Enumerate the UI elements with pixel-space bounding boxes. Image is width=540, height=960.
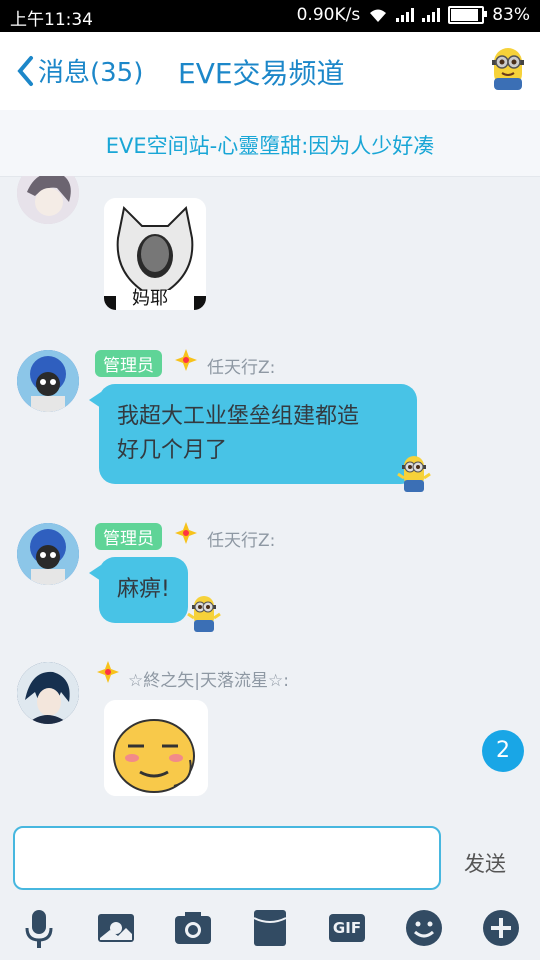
gif-label: GIF	[329, 914, 365, 942]
avatar[interactable]	[17, 350, 79, 412]
battery-icon	[448, 6, 488, 24]
image-icon[interactable]	[96, 908, 136, 948]
red-packet-icon[interactable]	[250, 908, 290, 948]
signal-icon-2	[422, 8, 441, 22]
vip-minion-icon	[397, 456, 431, 492]
message-text: 麻痹!	[117, 577, 170, 602]
notice-text: EVE空间站-心靈墮甜:因为人少好凑	[105, 134, 435, 158]
group-avatar[interactable]	[490, 46, 526, 92]
composer-toolbar: GIF	[0, 904, 540, 960]
status-right: 0.90K/s 83%	[297, 5, 530, 25]
plus-icon[interactable]	[481, 908, 521, 948]
sticker-caption: 妈耶	[132, 288, 168, 309]
admin-badge: 管理员	[95, 350, 162, 377]
gif-icon[interactable]: GIF	[327, 908, 367, 948]
message-text: 好几个月了	[117, 438, 228, 463]
network-speed: 0.90K/s	[296, 5, 361, 25]
back-button[interactable]: 消息(35)	[16, 52, 143, 89]
status-time: 上午11:34	[10, 10, 93, 30]
avatar[interactable]	[17, 523, 79, 585]
star-badge-icon	[97, 661, 119, 683]
star-badge-icon	[175, 349, 197, 371]
vip-minion-icon	[187, 596, 221, 632]
sender-name: 任天行Z:	[207, 358, 276, 378]
emoji-sticker[interactable]	[104, 700, 208, 796]
pinned-notice[interactable]: EVE空间站-心靈墮甜:因为人少好凑	[0, 110, 540, 177]
chevron-left-icon	[17, 55, 33, 86]
unread-count-badge[interactable]: 2	[482, 730, 524, 772]
status-bar: 上午11:34 0.90K/s 83%	[0, 0, 540, 32]
sender-name: ☆終之矢|天落流星☆:	[128, 671, 289, 691]
emoji-icon[interactable]	[404, 908, 444, 948]
signal-icon	[396, 8, 415, 22]
send-button[interactable]: 发送	[464, 848, 506, 878]
message-list[interactable]: 妈耶 管理员 任天行Z: 我超大工业堡垒组建都造 好几个月了 管理员 任天行Z:…	[0, 176, 540, 816]
avatar[interactable]	[17, 662, 79, 724]
back-label: 消息(35)	[38, 58, 144, 88]
message-bubble[interactable]: 麻痹!	[89, 557, 188, 623]
wifi-icon	[370, 9, 387, 22]
battery-percent: 83%	[492, 5, 530, 25]
admin-badge: 管理员	[95, 523, 162, 550]
sender-name: 任天行Z:	[207, 531, 276, 551]
avatar[interactable]	[17, 176, 79, 224]
chat-header: 消息(35) EVE交易频道	[0, 32, 540, 110]
camera-icon[interactable]	[173, 908, 213, 948]
message-input[interactable]	[13, 826, 441, 890]
mic-icon[interactable]	[19, 908, 59, 948]
composer: 发送 GIF	[0, 816, 540, 960]
channel-title: EVE交易频道	[178, 57, 345, 90]
message-bubble[interactable]: 我超大工业堡垒组建都造 好几个月了	[89, 384, 417, 484]
star-badge-icon	[175, 522, 197, 544]
meme-sticker[interactable]: 妈耶	[104, 198, 206, 310]
message-text: 我超大工业堡垒组建都造	[117, 404, 360, 429]
